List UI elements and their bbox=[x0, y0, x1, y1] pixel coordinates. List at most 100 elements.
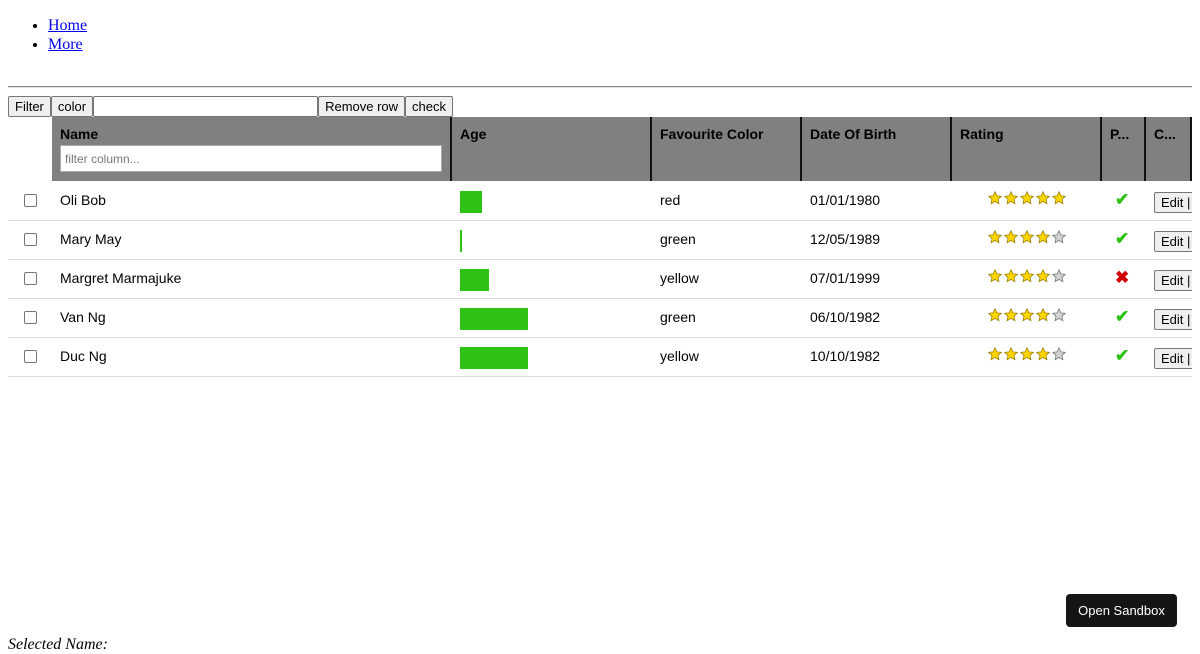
star-filled-icon[interactable] bbox=[1036, 347, 1050, 361]
edit-button[interactable]: Edit | bbox=[1154, 348, 1192, 369]
row-select-checkbox[interactable] bbox=[24, 272, 37, 285]
row-select-checkbox[interactable] bbox=[24, 194, 37, 207]
header-passed[interactable]: P... bbox=[1102, 117, 1146, 181]
star-filled-icon[interactable] bbox=[1020, 308, 1034, 322]
rating-stars[interactable] bbox=[988, 230, 1066, 244]
home-link[interactable]: Home bbox=[48, 17, 87, 34]
cell-name: Mary May bbox=[60, 231, 122, 247]
header-c-label: C... bbox=[1154, 126, 1176, 142]
check-icon: ✔ bbox=[1115, 229, 1130, 248]
divider bbox=[8, 86, 1192, 88]
cell-name: Van Ng bbox=[60, 309, 106, 325]
table-row[interactable]: Mary May green 12/05/1989 ✔ Edit | bbox=[8, 221, 1192, 260]
star-filled-icon[interactable] bbox=[1004, 230, 1018, 244]
star-filled-icon[interactable] bbox=[1004, 308, 1018, 322]
cell-date-of-birth: 07/01/1999 bbox=[810, 270, 881, 286]
header-rating[interactable]: Rating bbox=[952, 117, 1102, 181]
star-filled-icon[interactable] bbox=[1036, 308, 1050, 322]
star-filled-icon[interactable] bbox=[1020, 191, 1034, 205]
rating-stars[interactable] bbox=[988, 308, 1066, 322]
nav-item-more: More bbox=[48, 35, 1200, 54]
cell-favourite-color: green bbox=[660, 231, 696, 247]
edit-button[interactable]: Edit | bbox=[1154, 192, 1192, 213]
star-filled-icon[interactable] bbox=[988, 269, 1002, 283]
star-filled-icon[interactable] bbox=[1020, 347, 1034, 361]
field-select[interactable]: color bbox=[50, 96, 94, 117]
age-progress-bar bbox=[460, 347, 528, 369]
header-rating-label: Rating bbox=[960, 126, 1004, 142]
cell-date-of-birth: 01/01/1980 bbox=[810, 192, 881, 208]
star-filled-icon[interactable] bbox=[1036, 269, 1050, 283]
cross-icon: ✖ bbox=[1115, 268, 1130, 287]
toolbar: Filter color Remove row check bbox=[8, 96, 454, 117]
cell-name: Duc Ng bbox=[60, 348, 107, 364]
star-filled-icon[interactable] bbox=[1020, 269, 1034, 283]
header-cheese[interactable]: C... bbox=[1146, 117, 1192, 181]
star-filled-icon[interactable] bbox=[988, 191, 1002, 205]
row-select-checkbox[interactable] bbox=[24, 350, 37, 363]
header-color-label: Favourite Color bbox=[660, 126, 764, 142]
star-filled-icon[interactable] bbox=[1004, 269, 1018, 283]
table-header: Name Age Favourite Color Date Of Birth R… bbox=[8, 117, 1192, 181]
age-progress-bar bbox=[460, 191, 482, 213]
header-date-of-birth[interactable]: Date Of Birth bbox=[802, 117, 952, 181]
header-dob-label: Date Of Birth bbox=[810, 126, 897, 142]
cell-favourite-color: yellow bbox=[660, 348, 699, 364]
cell-date-of-birth: 06/10/1982 bbox=[810, 309, 881, 325]
open-sandbox-button[interactable]: Open Sandbox bbox=[1066, 594, 1177, 627]
more-link[interactable]: More bbox=[48, 36, 83, 53]
header-select-column bbox=[8, 117, 52, 181]
table-row[interactable]: Van Ng green 06/10/1982 ✔ Edit | bbox=[8, 299, 1192, 338]
header-age[interactable]: Age bbox=[452, 117, 652, 181]
filter-value-input[interactable] bbox=[93, 96, 319, 117]
star-filled-icon[interactable] bbox=[988, 308, 1002, 322]
star-empty-icon[interactable] bbox=[1052, 308, 1066, 322]
header-name-label: Name bbox=[60, 126, 99, 142]
table-body: Oli Bob red 01/01/1980 ✔ Edit | Mary May green… bbox=[8, 182, 1192, 377]
header-name[interactable]: Name bbox=[52, 117, 452, 181]
cell-date-of-birth: 12/05/1989 bbox=[810, 231, 881, 247]
cell-name: Oli Bob bbox=[60, 192, 106, 208]
star-empty-icon[interactable] bbox=[1052, 347, 1066, 361]
star-filled-icon[interactable] bbox=[1036, 191, 1050, 205]
star-filled-icon[interactable] bbox=[1052, 191, 1066, 205]
cell-favourite-color: green bbox=[660, 309, 696, 325]
star-filled-icon[interactable] bbox=[1020, 230, 1034, 244]
age-progress-bar bbox=[460, 269, 489, 291]
row-select-checkbox[interactable] bbox=[24, 233, 37, 246]
cell-favourite-color: yellow bbox=[660, 270, 699, 286]
header-age-label: Age bbox=[460, 126, 487, 142]
star-empty-icon[interactable] bbox=[1052, 269, 1066, 283]
table-row[interactable]: Oli Bob red 01/01/1980 ✔ Edit | bbox=[8, 182, 1192, 221]
edit-button[interactable]: Edit | bbox=[1154, 231, 1192, 252]
cell-date-of-birth: 10/10/1982 bbox=[810, 348, 881, 364]
nav-list: Home More bbox=[0, 16, 1200, 54]
star-filled-icon[interactable] bbox=[1004, 347, 1018, 361]
check-icon: ✔ bbox=[1115, 346, 1130, 365]
edit-button[interactable]: Edit | bbox=[1154, 309, 1192, 330]
edit-button[interactable]: Edit | bbox=[1154, 270, 1192, 291]
age-progress-bar bbox=[460, 308, 528, 330]
star-filled-icon[interactable] bbox=[988, 347, 1002, 361]
header-favourite-color[interactable]: Favourite Color bbox=[652, 117, 802, 181]
nav-item-home: Home bbox=[48, 16, 1200, 35]
table-row[interactable]: Margret Marmajuke yellow 07/01/1999 ✖ Edit | bbox=[8, 260, 1192, 299]
rating-stars[interactable] bbox=[988, 347, 1066, 361]
rating-stars[interactable] bbox=[988, 269, 1066, 283]
star-filled-icon[interactable] bbox=[1004, 191, 1018, 205]
remove-row-button[interactable]: Remove row bbox=[318, 96, 406, 117]
cell-favourite-color: red bbox=[660, 192, 681, 208]
check-icon: ✔ bbox=[1115, 190, 1130, 209]
name-filter-input[interactable] bbox=[60, 145, 442, 172]
table-row[interactable]: Duc Ng yellow 10/10/1982 ✔ Edit | bbox=[8, 338, 1192, 377]
star-filled-icon[interactable] bbox=[988, 230, 1002, 244]
star-filled-icon[interactable] bbox=[1036, 230, 1050, 244]
selected-name-label: Selected Name: bbox=[8, 636, 108, 653]
filter-button[interactable]: Filter bbox=[8, 96, 51, 117]
star-empty-icon[interactable] bbox=[1052, 230, 1066, 244]
cell-name: Margret Marmajuke bbox=[60, 270, 182, 286]
check-button[interactable]: check bbox=[405, 96, 454, 117]
row-select-checkbox[interactable] bbox=[24, 311, 37, 324]
check-icon: ✔ bbox=[1115, 307, 1130, 326]
rating-stars[interactable] bbox=[988, 191, 1066, 205]
